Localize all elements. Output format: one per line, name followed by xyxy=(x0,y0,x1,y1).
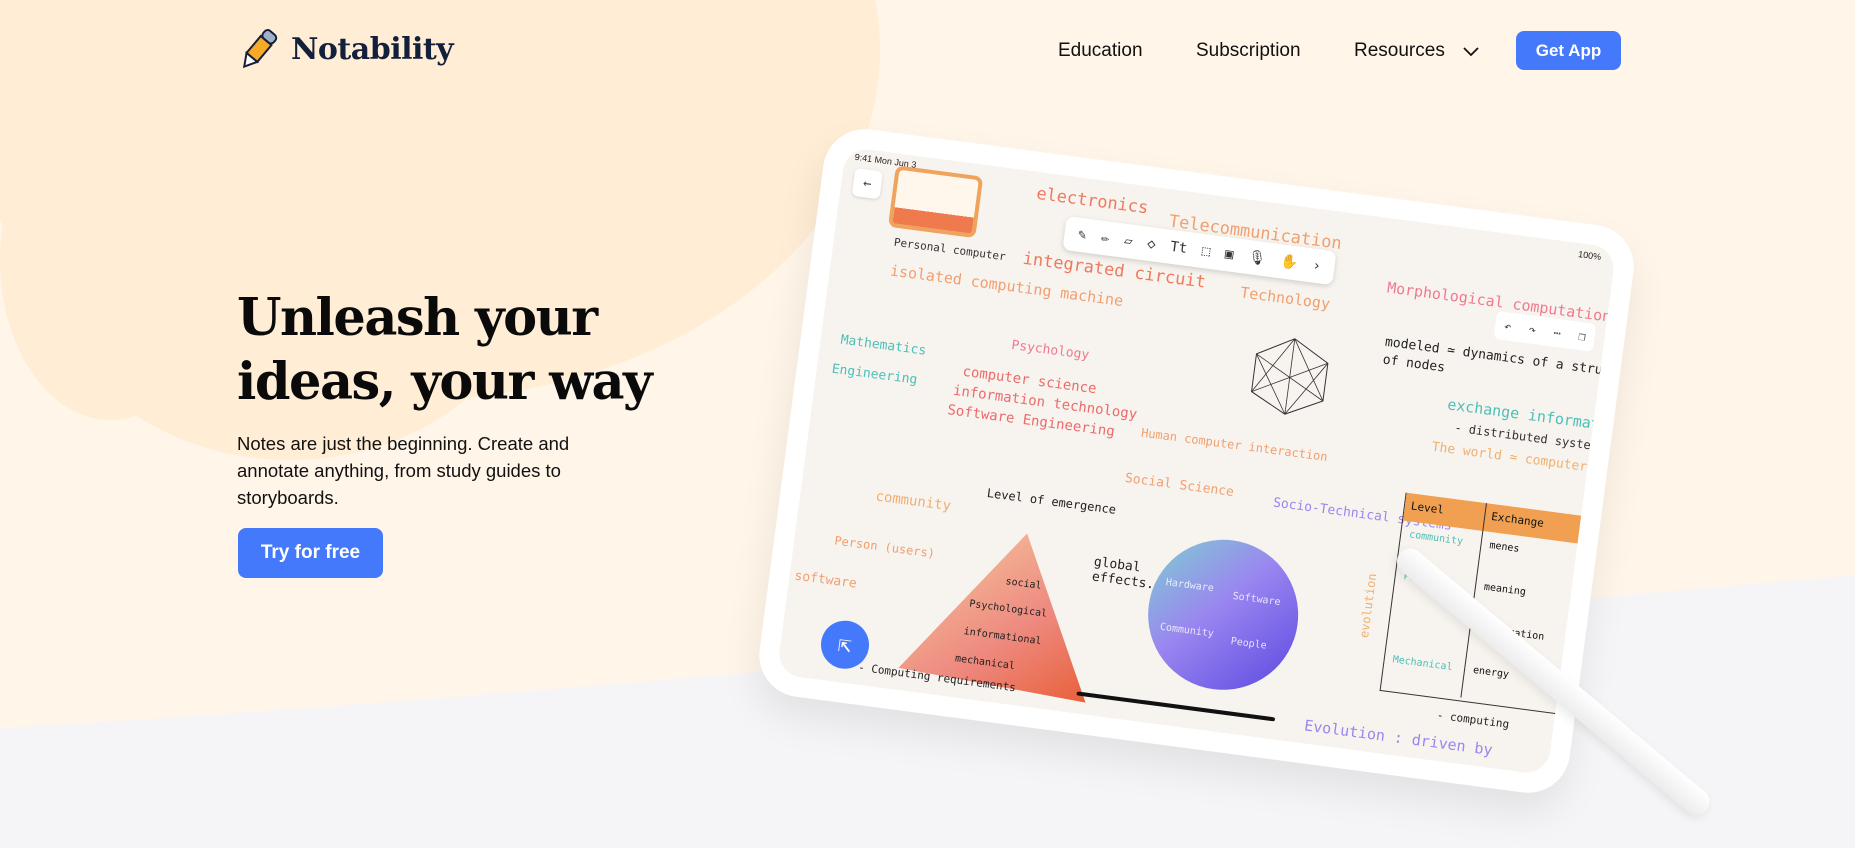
tablet-illustration: 9:41 Mon Jun 3 100% ← ✎ ✏ ▱ ◇ Tt ⬚ ▣ 🎙 ✋ › ↶ ↷ ⋯ ❐ e… xyxy=(754,124,1639,798)
pages-icon[interactable]: ❐ xyxy=(1578,329,1587,344)
note-text: Engineering xyxy=(830,361,919,388)
text-icon[interactable]: Tt xyxy=(1169,239,1188,257)
note-text: community xyxy=(874,488,952,515)
chevron-down-icon[interactable] xyxy=(1463,47,1479,57)
image-icon[interactable]: ▣ xyxy=(1224,246,1234,263)
pencil-logo-icon xyxy=(242,29,278,69)
table-cell: energy xyxy=(1460,655,1519,705)
more-icon[interactable]: ⋯ xyxy=(1553,326,1562,341)
note-text: evolution xyxy=(1356,572,1380,639)
hero-title-line-2: ideas, your way xyxy=(237,352,653,412)
home-indicator xyxy=(1076,691,1276,722)
note-text: Technology xyxy=(1239,283,1332,313)
globe-label: Hardware xyxy=(1165,577,1215,595)
chevron-right-icon[interactable]: › xyxy=(1311,258,1321,275)
back-arrow-icon[interactable]: ← xyxy=(851,167,884,200)
note-text: Personal computer xyxy=(893,235,1007,264)
pencil-icon[interactable]: ✏ xyxy=(1100,230,1110,247)
eraser-icon[interactable]: ◇ xyxy=(1146,236,1156,253)
brand-logo[interactable]: Notability xyxy=(237,28,454,70)
note-text: - computing xyxy=(1436,708,1510,732)
tablet-screen: 9:41 Mon Jun 3 100% ← ✎ ✏ ▱ ◇ Tt ⬚ ▣ 🎙 ✋ › ↶ ↷ ⋯ ❐ e… xyxy=(776,146,1617,776)
table-cell: menes xyxy=(1476,530,1530,579)
table-cell: Mechanical xyxy=(1392,654,1454,674)
nav-resources[interactable]: Resources xyxy=(1354,40,1445,62)
note-text: software xyxy=(793,568,858,592)
note-text: Psychology xyxy=(1010,337,1091,364)
globe-label: Software xyxy=(1231,590,1282,609)
lasso-icon[interactable]: ⬚ xyxy=(1201,243,1211,260)
note-text: Level of emergence xyxy=(986,485,1117,517)
note-text: Social Science xyxy=(1124,470,1235,501)
note-text: Mathematics xyxy=(839,332,928,359)
hero-subtitle: Notes are just the beginning. Create and… xyxy=(237,433,570,508)
note-text: Human computer interaction xyxy=(1140,425,1329,465)
get-app-button[interactable]: Get App xyxy=(1516,31,1621,70)
globe-diagram: Hardware Software Community People xyxy=(1139,530,1308,699)
pen-icon[interactable]: ✎ xyxy=(1077,227,1087,244)
try-for-free-button[interactable]: Try for free xyxy=(238,528,383,578)
nav-education[interactable]: Education xyxy=(1058,40,1143,62)
network-graph xyxy=(1244,332,1334,426)
status-battery: 100% xyxy=(1577,249,1602,263)
mic-icon[interactable]: 🎙 xyxy=(1247,249,1267,267)
note-text: electronics xyxy=(1035,183,1150,219)
computer-drawing xyxy=(887,165,984,239)
hero-title: Unleash your ideas, your way xyxy=(237,286,653,414)
brand-name: Notability xyxy=(291,31,454,67)
hero-title-line-1: Unleash your xyxy=(237,288,598,348)
nav-subscription[interactable]: Subscription xyxy=(1196,40,1301,62)
globe-label: Community xyxy=(1159,621,1215,640)
undo-icon[interactable]: ↶ xyxy=(1503,319,1512,334)
redo-icon[interactable]: ↷ xyxy=(1528,322,1537,337)
top-nav: Notability Education Subscription Resour… xyxy=(0,0,1855,104)
hand-icon[interactable]: ✋ xyxy=(1279,253,1298,271)
highlighter-icon[interactable]: ▱ xyxy=(1123,233,1133,250)
globe-label: People xyxy=(1230,636,1268,652)
